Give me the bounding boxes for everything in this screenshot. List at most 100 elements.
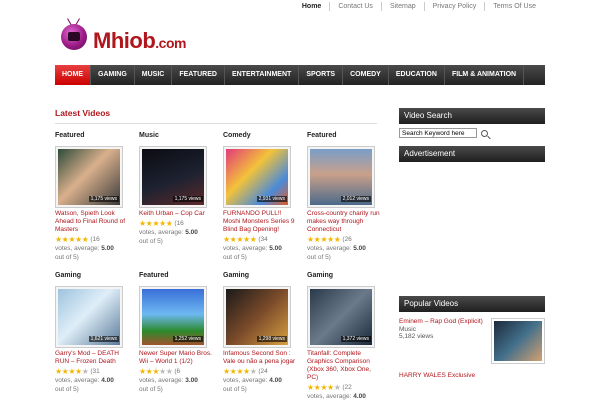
nav-film-animation[interactable]: FILM & ANIMATION <box>445 65 525 85</box>
rating: ★★★★★ (22 <box>307 383 391 392</box>
star-rating-icons[interactable]: ★★★★★ <box>139 367 173 376</box>
video-item: Gaming 1,372 views Titanfall: Complete Gra… <box>307 272 391 400</box>
votes-average-label: votes, average: <box>139 229 184 236</box>
thumbnail-image <box>494 321 542 361</box>
vote-count: (24 <box>258 368 268 375</box>
average-value: 5.00 <box>101 245 114 252</box>
video-thumbnail[interactable]: 1,175 views <box>139 146 207 208</box>
votes-average-label: votes, average: <box>55 245 100 252</box>
nav-featured[interactable]: FEATURED <box>172 65 225 85</box>
votes-average-label: votes, average: <box>307 393 352 400</box>
video-thumbnail[interactable]: 1,372 views <box>307 286 375 348</box>
video-title-link[interactable]: Newer Super Mario Bros. Wii – World 1 (1… <box>139 350 215 366</box>
nav-gaming[interactable]: GAMING <box>91 65 135 85</box>
nav-sports[interactable]: SPORTS <box>299 65 344 85</box>
toplink-terms[interactable]: Terms Of Use <box>484 2 544 11</box>
view-count: 1,252 views <box>172 336 203 342</box>
ad-space <box>399 162 545 296</box>
star-rating-icons[interactable]: ★★★★★ <box>223 235 257 244</box>
average-value: 5.00 <box>269 245 282 252</box>
rating-meta: votes, average: 5.00 out of 5) <box>307 244 391 262</box>
view-count: 1,372 views <box>340 336 371 342</box>
video-item: Gaming 1,298 views Infamous Second Son : V… <box>223 272 307 400</box>
view-count: 1,175 views <box>172 196 203 202</box>
votes-average-label: votes, average: <box>139 377 184 384</box>
video-title-link[interactable]: Titanfall: Complete Graphics Comparison … <box>307 350 383 382</box>
latest-videos-section: Latest Videos Featured 1,175 views Watson,… <box>55 108 380 400</box>
video-item: Featured 1,252 views Newer Super Mario Bro… <box>139 272 223 400</box>
video-thumbnail[interactable]: 1,298 views <box>223 286 291 348</box>
video-title-link[interactable]: Watson, Spieth Look Ahead to Final Round… <box>55 210 131 234</box>
popular-video-item[interactable]: Eminem – Rap God (Explicit) Music 5,182 … <box>399 318 545 379</box>
site-logo[interactable]: Mhiob.com <box>55 18 205 56</box>
video-thumbnail[interactable]: 2,931 views <box>223 146 291 208</box>
video-thumbnail[interactable]: 1,175 views <box>55 146 123 208</box>
sidebar: Video Search Advertisement Popular Video… <box>399 108 545 379</box>
rating-meta: votes, average: 3.00 out of 5) <box>139 376 223 394</box>
toplink-sitemap[interactable]: Sitemap <box>380 2 424 11</box>
video-category: Featured <box>55 132 85 139</box>
rating-meta: votes, average: 5.00 out of 5) <box>139 228 223 246</box>
video-title-link[interactable]: FURNANDO PULL!! Moshi Monsters Series 9 … <box>223 210 299 234</box>
rating: ★★★★★ (24 <box>223 367 307 376</box>
view-count: 2,012 views <box>340 196 371 202</box>
toplink-home[interactable]: Home <box>294 2 329 11</box>
rating-meta: votes, average: 4.00out of 5) <box>223 376 307 394</box>
tv-logo-icon <box>61 24 87 50</box>
video-thumbnail[interactable]: 1,252 views <box>139 286 207 348</box>
section-title: Latest Videos <box>55 108 377 124</box>
video-search-heading: Video Search <box>399 108 545 124</box>
star-rating-icons[interactable]: ★★★★★ <box>55 235 89 244</box>
nav-entertainment[interactable]: ENTERTAINMENT <box>225 65 300 85</box>
video-category: Music <box>139 132 159 139</box>
popular-video-thumbnail[interactable] <box>491 318 545 364</box>
rating: ★★★★★ (16 <box>139 219 223 228</box>
rating-meta: votes, average: 5.00 out of 5) <box>55 244 139 262</box>
out-of-label: out of 5) <box>55 254 79 261</box>
popular-video-next-title[interactable]: HARRY WALES Exclusive <box>399 372 475 379</box>
vote-count: (34 <box>258 236 268 243</box>
star-rating-icons[interactable]: ★★★★★ <box>139 219 173 228</box>
nav-home[interactable]: HOME <box>55 65 91 85</box>
vote-count: (16 <box>90 236 100 243</box>
nav-education[interactable]: EDUCATION <box>389 65 445 85</box>
star-rating-icons[interactable]: ★★★★★ <box>307 235 341 244</box>
video-title-link[interactable]: Garry's Mod – DEATH RUN – Frozen Death <box>55 350 131 366</box>
average-value: 3.00 <box>185 377 198 384</box>
video-thumbnail[interactable]: 1,621 views <box>55 286 123 348</box>
video-title-link[interactable]: Infamous Second Son : Vale ou não a pena… <box>223 350 299 366</box>
search-input[interactable] <box>399 128 477 138</box>
star-rating-icons[interactable]: ★★★★★ <box>223 367 257 376</box>
vote-count: (26 <box>342 236 352 243</box>
video-title-link[interactable]: Cross-country charity run makes way thro… <box>307 210 383 234</box>
video-category: Comedy <box>223 132 251 139</box>
video-thumbnail[interactable]: 2,012 views <box>307 146 375 208</box>
average-value: 4.00 <box>101 377 114 384</box>
search-icon[interactable] <box>481 129 488 137</box>
rating-meta: votes, average: 4.00out of 5) <box>307 392 391 400</box>
top-links: Home Contact Us Sitemap Privacy Policy T… <box>294 2 544 11</box>
video-item: Gaming 1,621 views Garry's Mod – DEATH RUN… <box>55 272 139 400</box>
video-item: Featured 1,175 views Watson, Spieth Look A… <box>55 132 139 272</box>
star-rating-icons[interactable]: ★★★★★ <box>55 367 89 376</box>
video-title-link[interactable]: Keith Urban – Cop Car <box>139 210 215 218</box>
toplink-privacy[interactable]: Privacy Policy <box>423 2 485 11</box>
out-of-label: out of 5) <box>55 386 79 393</box>
advertisement-heading: Advertisement <box>399 146 545 162</box>
star-rating-icons[interactable]: ★★★★★ <box>307 383 341 392</box>
rating: ★★★★★ (6 <box>139 367 223 376</box>
video-category: Gaming <box>55 272 82 279</box>
toplink-contact[interactable]: Contact Us <box>329 2 381 11</box>
nav-music[interactable]: MUSIC <box>135 65 173 85</box>
votes-average-label: votes, average: <box>223 377 268 384</box>
view-count: 1,621 views <box>88 336 119 342</box>
votes-average-label: votes, average: <box>307 245 352 252</box>
out-of-label: out of 5) <box>223 254 247 261</box>
nav-comedy[interactable]: COMEDY <box>343 65 389 85</box>
votes-average-label: votes, average: <box>223 245 268 252</box>
vote-count: (16 <box>174 220 184 227</box>
video-category: Featured <box>139 272 169 279</box>
video-item: Featured 2,012 views Cross-country charity… <box>307 132 391 272</box>
vote-count: (31 <box>90 368 100 375</box>
video-category: Gaming <box>223 272 250 279</box>
